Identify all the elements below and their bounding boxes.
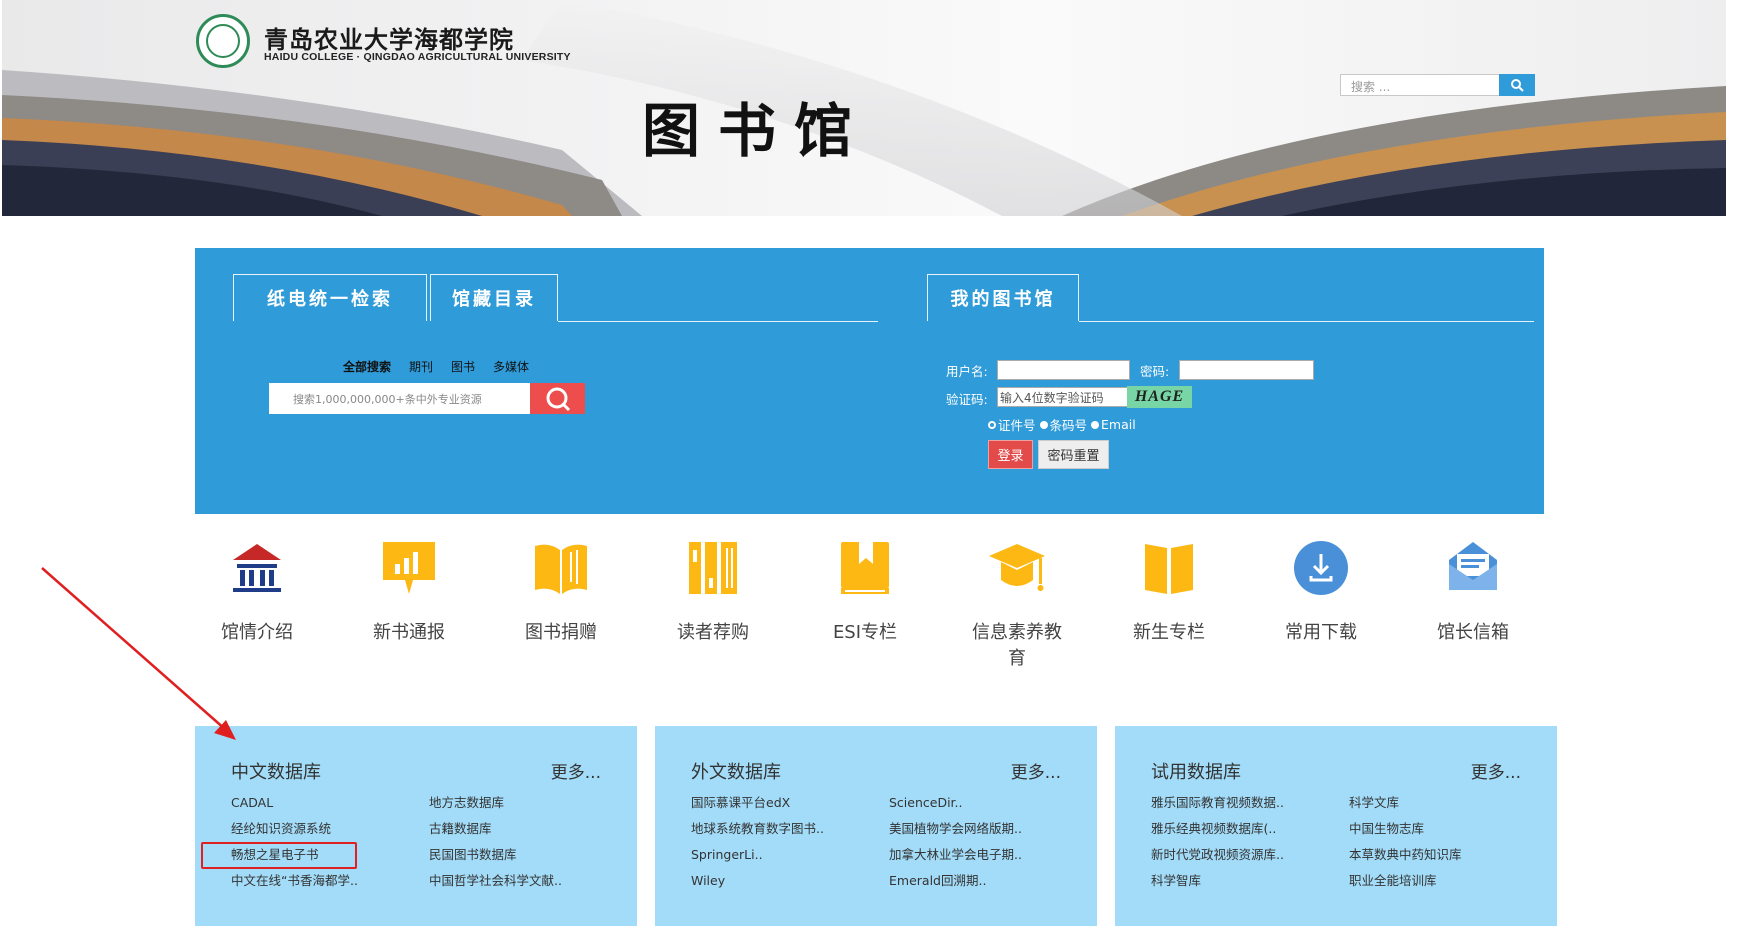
annotation-highlight-box	[201, 842, 357, 869]
annotation-arrow	[41, 567, 236, 740]
